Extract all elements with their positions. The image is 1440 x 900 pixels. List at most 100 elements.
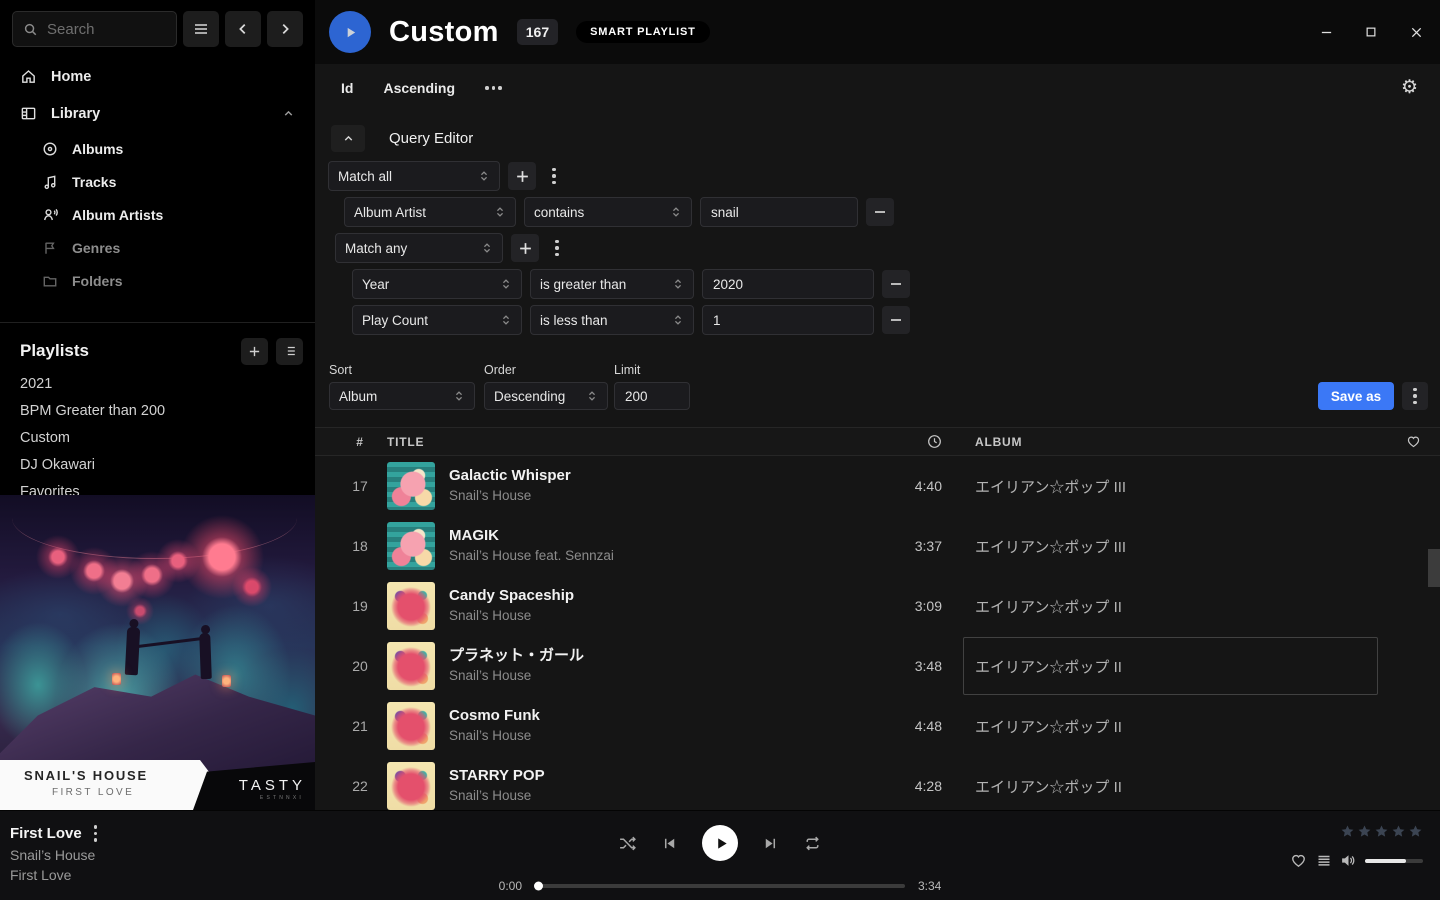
star-icon[interactable] (1408, 824, 1423, 839)
track-artist[interactable]: Snail’s House (449, 487, 876, 506)
table-row[interactable]: 19Candy SpaceshipSnail’s House3:09エイリアン☆… (315, 576, 1440, 636)
rating-stars[interactable] (1290, 824, 1423, 839)
volume-slider[interactable] (1365, 859, 1423, 863)
seek-slider[interactable] (535, 884, 905, 888)
rule-operator-select[interactable]: is less than (530, 305, 694, 335)
track-album[interactable]: エイリアン☆ポップ II (975, 636, 1387, 696)
track-album[interactable]: エイリアン☆ポップ II (975, 756, 1387, 810)
window-close-button[interactable] (1402, 18, 1430, 46)
sidebar-item-library[interactable]: Library (0, 95, 315, 132)
previous-button[interactable] (661, 835, 678, 852)
sort-select[interactable]: Album (329, 382, 475, 410)
sort-order-button[interactable]: Ascending (383, 80, 455, 96)
match-type-select[interactable]: Match all (328, 161, 500, 191)
track-title[interactable]: STARRY POP (449, 766, 876, 786)
scrollbar-thumb[interactable] (1428, 549, 1440, 587)
chevron-up-icon[interactable] (282, 107, 295, 120)
group-more-icon[interactable] (555, 240, 559, 257)
track-title[interactable]: Galactic Whisper (449, 466, 876, 486)
now-playing-album[interactable]: First Love (10, 867, 97, 883)
window-maximize-button[interactable] (1357, 18, 1385, 46)
rule-operator-select[interactable]: contains (524, 197, 692, 227)
table-row[interactable]: 21Cosmo FunkSnail’s House4:48エイリアン☆ポップ I… (315, 696, 1440, 756)
rule-operator-select[interactable]: is greater than (530, 269, 694, 299)
track-album[interactable]: エイリアン☆ポップ III (975, 516, 1387, 576)
table-row[interactable]: 20プラネット・ガールSnail’s House3:48エイリアン☆ポップ II (315, 636, 1440, 696)
star-icon[interactable] (1391, 824, 1406, 839)
sidebar-item-home[interactable]: Home (0, 58, 315, 95)
star-icon[interactable] (1357, 824, 1372, 839)
order-select[interactable]: Descending (484, 382, 608, 410)
track-artist[interactable]: Snail’s House feat. Sennzai (449, 547, 876, 566)
sort-field-button[interactable]: Id (341, 80, 353, 96)
table-row[interactable]: 22STARRY POPSnail’s House4:28エイリアン☆ポップ I… (315, 756, 1440, 810)
track-artist[interactable]: Snail’s House (449, 727, 876, 746)
save-as-button[interactable]: Save as (1318, 382, 1394, 410)
track-album[interactable]: エイリアン☆ポップ II (975, 576, 1387, 636)
seek-thumb[interactable] (534, 882, 543, 891)
track-artist[interactable]: Snail’s House (449, 667, 876, 686)
sidebar-item-albums[interactable]: Albums (0, 132, 315, 165)
sidebar-item-tracks[interactable]: Tracks (0, 165, 315, 198)
play-playlist-button[interactable] (329, 11, 371, 53)
track-album[interactable]: エイリアン☆ポップ II (975, 696, 1387, 756)
search-input[interactable]: Search (12, 11, 177, 47)
add-playlist-button[interactable] (241, 338, 268, 365)
star-icon[interactable] (1374, 824, 1389, 839)
remove-rule-button[interactable] (882, 306, 910, 334)
group-more-icon[interactable] (552, 168, 556, 185)
nav-back-button[interactable] (225, 11, 261, 47)
column-title[interactable]: TITLE (387, 435, 876, 449)
table-row[interactable]: 18MAGIKSnail’s House feat. Sennzai3:37エイ… (315, 516, 1440, 576)
track-title[interactable]: Candy Spaceship (449, 586, 876, 606)
queue-icon[interactable] (1316, 853, 1332, 869)
star-icon[interactable] (1340, 824, 1355, 839)
favorite-heart-icon[interactable] (1290, 852, 1307, 869)
save-more-button[interactable] (1402, 382, 1428, 410)
nav-forward-button[interactable] (267, 11, 303, 47)
rule-field-select[interactable]: Album Artist (344, 197, 516, 227)
remove-rule-button[interactable] (882, 270, 910, 298)
shuffle-button[interactable] (618, 834, 637, 853)
track-title[interactable]: MAGIK (449, 526, 876, 546)
track-menu-icon[interactable] (94, 825, 98, 842)
now-playing-cover-art[interactable]: SNAIL'S HOUSE FIRST LOVE TASTY ESTNNXI (0, 495, 315, 810)
menu-button[interactable] (183, 11, 219, 47)
table-row[interactable]: 17Galactic WhisperSnail’s House4:40エイリアン… (315, 456, 1440, 516)
sidebar-item-album-artists[interactable]: Album Artists (0, 198, 315, 231)
rule-field-select[interactable]: Play Count (352, 305, 522, 335)
rule-value-input[interactable]: snail (700, 197, 858, 227)
column-album[interactable]: ALBUM (975, 435, 1387, 449)
rule-field-select[interactable]: Year (352, 269, 522, 299)
now-playing-artist[interactable]: Snail’s House (10, 847, 97, 863)
playlist-item[interactable]: DJ Okawari (0, 451, 315, 478)
rule-value-input[interactable]: 2020 (702, 269, 874, 299)
playlist-item[interactable]: BPM Greater than 200 (0, 397, 315, 424)
query-editor-collapse-button[interactable] (331, 125, 365, 152)
now-playing-track[interactable]: First Love (10, 825, 82, 842)
column-number[interactable]: # (333, 435, 387, 449)
column-favorite[interactable] (1387, 434, 1440, 449)
playlist-item[interactable]: Custom (0, 424, 315, 451)
match-type-select[interactable]: Match any (335, 233, 503, 263)
rule-value-input[interactable]: 1 (702, 305, 874, 335)
playlist-list-button[interactable] (276, 338, 303, 365)
volume-icon[interactable] (1340, 852, 1357, 869)
add-rule-button[interactable] (508, 162, 536, 190)
add-rule-button[interactable] (511, 234, 539, 262)
remove-rule-button[interactable] (866, 198, 894, 226)
track-title[interactable]: プラネット・ガール (449, 646, 876, 666)
track-title[interactable]: Cosmo Funk (449, 706, 876, 726)
playlist-item[interactable]: 2021 (0, 370, 315, 397)
next-button[interactable] (762, 835, 779, 852)
track-album[interactable]: エイリアン☆ポップ III (975, 456, 1387, 516)
sidebar-item-genres[interactable]: Genres (0, 231, 315, 264)
track-artist[interactable]: Snail’s House (449, 787, 876, 806)
repeat-button[interactable] (803, 834, 822, 853)
column-duration[interactable] (876, 434, 942, 449)
track-artist[interactable]: Snail’s House (449, 607, 876, 626)
more-options-icon[interactable] (485, 86, 502, 90)
sidebar-item-folders[interactable]: Folders (0, 264, 315, 297)
limit-input[interactable]: 200 (614, 382, 690, 410)
settings-gear-icon[interactable]: ⚙ (1401, 76, 1418, 99)
